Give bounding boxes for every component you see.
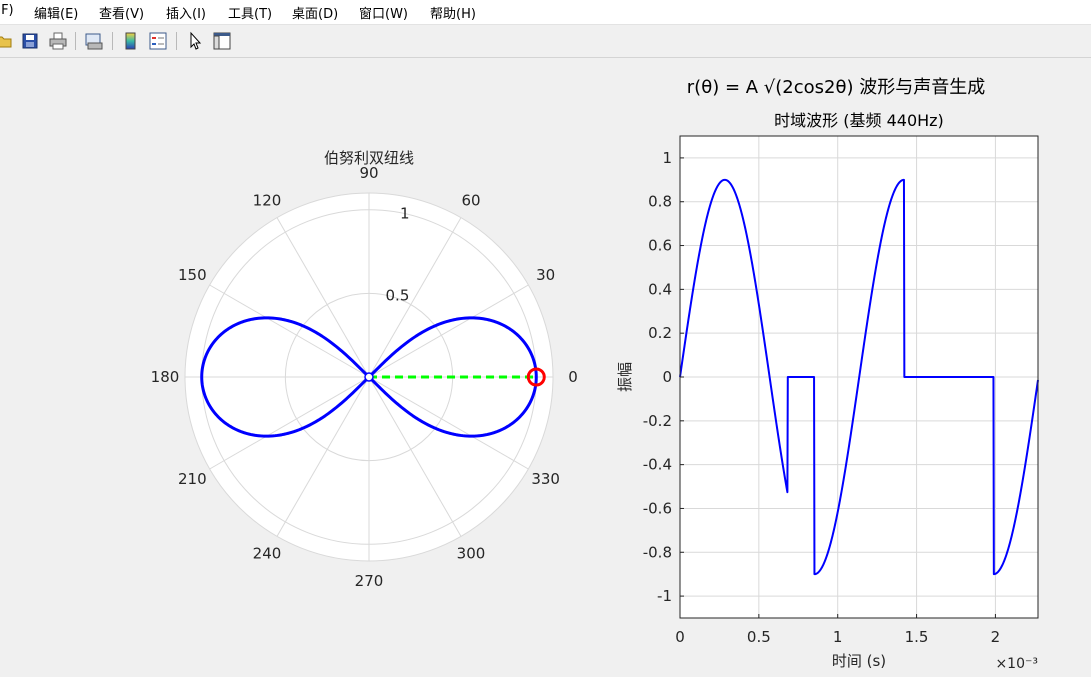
origin-marker	[364, 372, 374, 382]
y-tick-label: -0.8	[643, 543, 672, 561]
print-icon[interactable]	[48, 31, 68, 51]
x-tick-label: 2	[991, 628, 1001, 646]
menu-item-3[interactable]: 插入(I)	[166, 3, 206, 22]
y-tick-label: -0.2	[643, 412, 672, 430]
y-tick-label: -0.4	[643, 456, 672, 474]
r-tick-label: 1	[400, 204, 410, 222]
print-preview-icon[interactable]	[84, 31, 104, 51]
polar-title: 伯努利双纽线	[324, 149, 414, 167]
theta-tick-label: 60	[461, 191, 480, 209]
menu-item-5[interactable]: 桌面(D)	[292, 3, 338, 22]
waveform-title: 时域波形 (基频 440Hz)	[774, 111, 944, 130]
theta-tick-label: 120	[253, 191, 282, 209]
x-tick-label: 1	[833, 628, 843, 646]
pointer-icon[interactable]	[185, 31, 205, 51]
y-tick-label: -1	[657, 587, 672, 605]
theta-tick-label: 330	[531, 470, 560, 488]
r-tick-label: 0.5	[386, 287, 410, 305]
figure-canvas: r(θ) = A √(2cos2θ) 波形与声音生成 0306090120150…	[151, 77, 1039, 672]
y-tick-label: 0.2	[648, 324, 672, 342]
y-tick-label: -0.6	[643, 499, 672, 517]
theta-tick-label: 30	[536, 266, 555, 284]
save-icon[interactable]	[20, 31, 40, 51]
theta-tick-label: 240	[253, 545, 282, 563]
colorbar-icon[interactable]	[121, 31, 141, 51]
polar-axes: 03060901201501802102402703003300.51 伯努利双…	[151, 149, 578, 590]
waveform-ylabel: 振幅	[616, 362, 634, 392]
property-editor-icon[interactable]	[212, 31, 232, 51]
y-tick-label: 0.8	[648, 193, 672, 211]
theta-tick-label: 210	[178, 470, 207, 488]
theta-tick-label: 0	[568, 368, 578, 386]
theta-tick-label: 180	[151, 368, 180, 386]
menu-item-2[interactable]: 查看(V)	[99, 3, 144, 22]
theta-tick-label: 300	[457, 545, 486, 563]
x-tick-label: 0.5	[747, 628, 771, 646]
toolbar	[0, 25, 1091, 58]
menu-item-1[interactable]: 编辑(E)	[34, 3, 78, 22]
theta-tick-label: 150	[178, 266, 207, 284]
menu-item-7[interactable]: 帮助(H)	[430, 3, 476, 22]
y-tick-label: 0.6	[648, 237, 672, 255]
x-tick-label: 1.5	[905, 628, 929, 646]
x-tick-label: 0	[675, 628, 685, 646]
menu-item-4[interactable]: 工具(T)	[228, 3, 272, 22]
waveform-xlabel: 时间 (s)	[832, 652, 886, 670]
figure-title: r(θ) = A √(2cos2θ) 波形与声音生成	[687, 77, 985, 98]
menu-item-0[interactable]: (F)	[0, 3, 14, 18]
waveform-x-exponent: ×10⁻³	[995, 656, 1038, 672]
y-tick-label: 0.4	[648, 280, 672, 298]
y-tick-label: 1	[662, 149, 672, 167]
menu-item-6[interactable]: 窗口(W)	[359, 3, 408, 22]
waveform-axes: 0 0.5 1 1.5 2 -1 -0.8 -0.6 -0.4 -0.2 0 0.2 0.4 0.6 0.8…	[616, 111, 1039, 672]
legend-icon[interactable]	[148, 31, 168, 51]
open-file-icon[interactable]	[0, 31, 14, 51]
menu-bar: (F) 编辑(E) 查看(V) 插入(I) 工具(T) 桌面(D) 窗口(W) 帮助(H)	[0, 0, 1091, 25]
theta-tick-label: 270	[355, 572, 384, 590]
y-tick-label: 0	[662, 368, 672, 386]
